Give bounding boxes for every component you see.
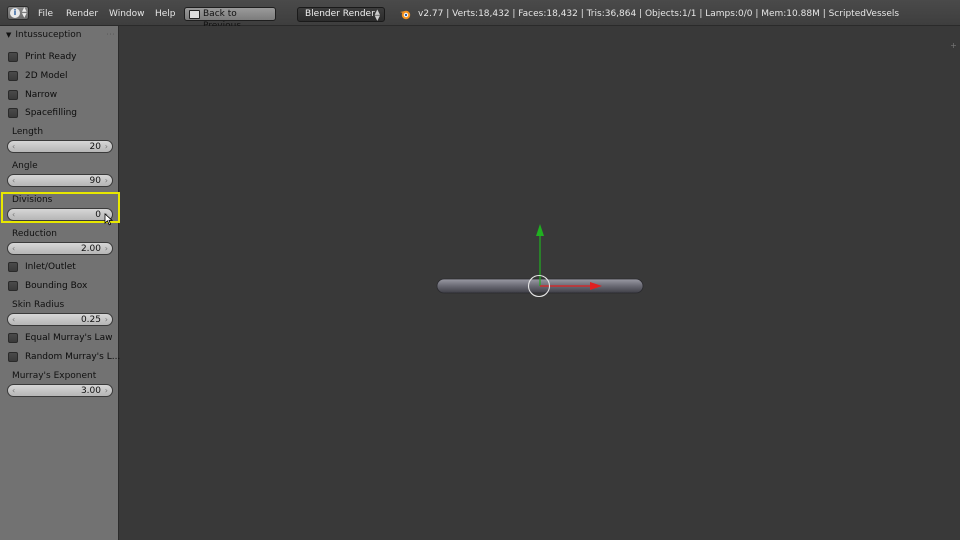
- random-murrays-law-checkbox[interactable]: [8, 352, 18, 362]
- 2d-model-checkbox[interactable]: [8, 71, 18, 81]
- editor-type-selector[interactable]: i ▲ ▼: [7, 6, 29, 20]
- reduction-label: Reduction: [12, 229, 57, 239]
- length-field[interactable]: ‹ 20 ›: [7, 140, 113, 153]
- bounding-box-checkbox[interactable]: [8, 281, 18, 291]
- murrays-exponent-field[interactable]: ‹ 3.00 ›: [7, 384, 113, 397]
- print-ready-checkbox[interactable]: [8, 52, 18, 62]
- increment-arrow-icon[interactable]: ›: [105, 385, 108, 396]
- skin-radius-field[interactable]: ‹ 0.25 ›: [7, 313, 113, 326]
- spacefilling-label: Spacefilling: [25, 108, 78, 118]
- toolshelf-toggle-icon[interactable]: +: [949, 41, 958, 50]
- equal-murrays-law-checkbox[interactable]: [8, 333, 18, 343]
- menu-file[interactable]: File: [38, 9, 53, 19]
- panel-title: Intussuception: [15, 30, 82, 40]
- reduction-field[interactable]: ‹ 2.00 ›: [7, 242, 113, 255]
- info-header: i ▲▼ File Render Window Help Back to Pre…: [0, 0, 960, 31]
- 3d-viewport[interactable]: [120, 26, 960, 540]
- blender-logo-icon: [400, 10, 411, 20]
- info-icon: i: [10, 8, 20, 18]
- render-engine-select[interactable]: Blender Render ▲ ▼: [297, 7, 385, 22]
- menu-window[interactable]: Window: [109, 9, 145, 19]
- spacefilling-checkbox[interactable]: [8, 108, 18, 118]
- decrement-arrow-icon[interactable]: ‹: [12, 243, 15, 254]
- screen-back-icon: [189, 10, 200, 19]
- increment-arrow-icon[interactable]: ›: [105, 175, 108, 186]
- divisions-highlight-box: [1, 192, 120, 223]
- decrement-arrow-icon[interactable]: ‹: [12, 314, 15, 325]
- length-value: 20: [89, 142, 101, 152]
- reduction-value: 2.00: [80, 244, 101, 254]
- bounding-box-label: Bounding Box: [25, 281, 88, 291]
- skin-radius-label: Skin Radius: [12, 300, 65, 310]
- collapse-triangle-icon: ▼: [6, 31, 12, 39]
- murrays-exponent-label: Murray's Exponent: [12, 371, 97, 381]
- length-label: Length: [12, 127, 44, 137]
- panel-header[interactable]: ▼ Intussuception: [6, 30, 82, 40]
- narrow-checkbox[interactable]: [8, 90, 18, 100]
- operator-panel: ▼ Intussuception ⋯ Print Ready 2D Model N…: [0, 26, 121, 540]
- random-murrays-law-label: Random Murray's L...: [25, 352, 121, 362]
- equal-murrays-law-label: Equal Murray's Law: [25, 333, 113, 343]
- back-to-previous-button[interactable]: Back to Previous: [184, 7, 276, 31]
- viewport-scene: [436, 224, 644, 298]
- inlet-outlet-checkbox[interactable]: [8, 262, 18, 272]
- menu-help[interactable]: Help: [155, 9, 176, 19]
- increment-arrow-icon[interactable]: ›: [105, 141, 108, 152]
- angle-value: 90: [89, 176, 101, 186]
- angle-field[interactable]: ‹ 90 ›: [7, 174, 113, 187]
- murrays-exponent-value: 3.00: [80, 386, 101, 396]
- increment-arrow-icon[interactable]: ›: [105, 243, 108, 254]
- y-axis-arrow-icon[interactable]: [536, 224, 544, 236]
- skin-radius-value: 0.25: [80, 315, 101, 325]
- menu-render[interactable]: Render: [66, 9, 98, 19]
- decrement-arrow-icon[interactable]: ‹: [12, 385, 15, 396]
- updown-arrows-icon: ▲ ▼: [22, 6, 27, 19]
- chevron-updown-icon: ▲ ▼: [374, 8, 380, 22]
- angle-label: Angle: [12, 161, 38, 171]
- decrement-arrow-icon[interactable]: ‹: [12, 175, 15, 186]
- mouse-pointer-icon: [104, 213, 113, 226]
- drag-grip-icon[interactable]: ⋯: [106, 30, 115, 40]
- 2d-model-label: 2D Model: [25, 71, 68, 81]
- scene-statistics: v2.77 | Verts:18,432 | Faces:18,432 | Tr…: [418, 9, 900, 19]
- render-engine-label: Blender Render: [305, 9, 375, 19]
- print-ready-label: Print Ready: [25, 52, 77, 62]
- increment-arrow-icon[interactable]: ›: [105, 314, 108, 325]
- narrow-label: Narrow: [25, 90, 58, 100]
- decrement-arrow-icon[interactable]: ‹: [12, 141, 15, 152]
- inlet-outlet-label: Inlet/Outlet: [25, 262, 76, 272]
